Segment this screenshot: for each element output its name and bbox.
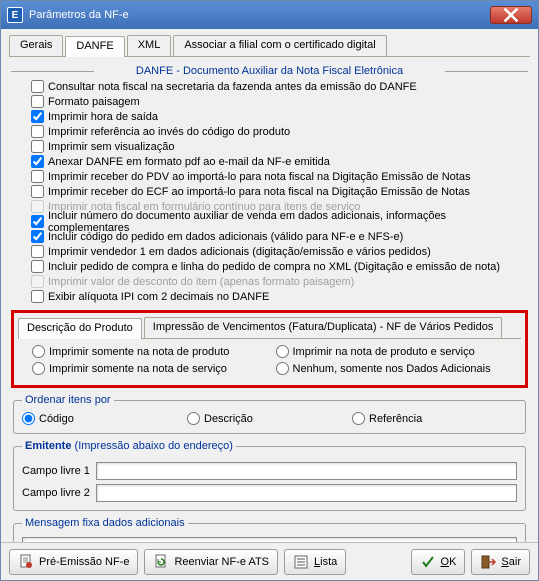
- order-by-group: Ordenar itens por Código Descrição Refer…: [13, 394, 526, 434]
- list-icon: [293, 554, 309, 570]
- lista-button[interactable]: Lista: [284, 549, 346, 575]
- tab-impressao-vencimentos[interactable]: Impressão de Vencimentos (Fatura/Duplica…: [144, 317, 503, 338]
- order-descricao[interactable]: Descrição: [187, 412, 352, 425]
- checkbox-14[interactable]: [31, 290, 44, 303]
- sair-button[interactable]: Sair: [471, 549, 530, 575]
- titlebar: E Parâmetros da NF-e: [1, 1, 538, 29]
- close-button[interactable]: [490, 6, 532, 24]
- checkbox-label-12: Incluir pedido de compra e linha do pedi…: [48, 261, 500, 273]
- checkbox-6[interactable]: [31, 170, 44, 183]
- checkbox-10[interactable]: [31, 230, 44, 243]
- checkbox-0[interactable]: [31, 80, 44, 93]
- checkbox-5[interactable]: [31, 155, 44, 168]
- reenviar-button[interactable]: Reenviar NF-e ATS: [144, 549, 278, 575]
- checkbox-4[interactable]: [31, 140, 44, 153]
- main-tabs: Gerais DANFE XML Associar a filial com o…: [9, 35, 530, 57]
- tab-gerais[interactable]: Gerais: [9, 35, 63, 56]
- window: E Parâmetros da NF-e Gerais DANFE XML As…: [0, 0, 539, 581]
- ok-button[interactable]: OK: [411, 549, 466, 575]
- checkbox-label-13: Imprimir valor de desconto do item (apen…: [48, 276, 354, 288]
- document-icon: [18, 554, 34, 570]
- checkbox-7[interactable]: [31, 185, 44, 198]
- checkbox-label-10: Incluir código do pedido em dados adicio…: [48, 231, 403, 243]
- tab-descricao-produto[interactable]: Descrição do Produto: [18, 318, 142, 339]
- check-row-13: Imprimir valor de desconto do item (apen…: [11, 274, 528, 289]
- campo-livre-2-label: Campo livre 2: [22, 487, 90, 499]
- checkbox-1[interactable]: [31, 95, 44, 108]
- check-row-5: Anexar DANFE em formato pdf ao e-mail da…: [11, 154, 528, 169]
- checkbox-12[interactable]: [31, 260, 44, 273]
- checkbox-label-5: Anexar DANFE em formato pdf ao e-mail da…: [48, 156, 330, 168]
- checkbox-label-1: Formato paisagem: [48, 96, 140, 108]
- checkbox-3[interactable]: [31, 125, 44, 138]
- print-options: Imprimir somente na nota de produto Impr…: [18, 339, 521, 375]
- refresh-document-icon: [153, 554, 169, 570]
- checkbox-11[interactable]: [31, 245, 44, 258]
- app-icon: E: [7, 7, 23, 23]
- tab-xml[interactable]: XML: [127, 35, 172, 56]
- opt-somente-servico[interactable]: Imprimir somente na nota de serviço: [32, 362, 264, 375]
- exit-icon: [480, 554, 496, 570]
- pre-emissao-button[interactable]: Pré-Emissão NF-e: [9, 549, 138, 575]
- emitente-group: Emitente (Impressão abaixo do endereço) …: [13, 440, 526, 511]
- window-title: Parâmetros da NF-e: [29, 9, 490, 21]
- check-row-14: Exibir alíquota IPI com 2 decimais no DA…: [11, 289, 528, 304]
- tab-certificado[interactable]: Associar a filial com o certificado digi…: [173, 35, 386, 56]
- close-icon: [503, 7, 519, 23]
- emitente-legend: Emitente (Impressão abaixo do endereço): [22, 440, 236, 452]
- checkbox-label-4: Imprimir sem visualização: [48, 141, 175, 153]
- opt-nenhum[interactable]: Nenhum, somente nos Dados Adicionais: [276, 362, 508, 375]
- order-codigo[interactable]: Código: [22, 412, 187, 425]
- checkbox-9[interactable]: [31, 215, 44, 228]
- check-row-4: Imprimir sem visualização: [11, 139, 528, 154]
- check-row-12: Incluir pedido de compra e linha do pedi…: [11, 259, 528, 274]
- highlighted-section: Descrição do Produto Impressão de Vencim…: [11, 310, 528, 388]
- checkbox-label-14: Exibir alíquota IPI com 2 decimais no DA…: [48, 291, 269, 303]
- footer: Pré-Emissão NF-e Reenviar NF-e ATS Lista…: [1, 542, 538, 580]
- checkbox-8: [31, 200, 44, 213]
- checkbox-label-3: Imprimir referência ao invés do código d…: [48, 126, 290, 138]
- section-header: DANFE - Documento Auxiliar da Nota Fisca…: [11, 65, 528, 77]
- check-row-11: Imprimir vendedor 1 em dados adicionais …: [11, 244, 528, 259]
- check-row-6: Imprimir receber do PDV ao importá-lo pa…: [11, 169, 528, 184]
- order-by-legend: Ordenar itens por: [22, 394, 114, 406]
- checkbox-13: [31, 275, 44, 288]
- checkbox-label-7: Imprimir receber do ECF ao importá-lo pa…: [48, 186, 470, 198]
- checkbox-label-2: Imprimir hora de saída: [48, 111, 158, 123]
- tab-content: DANFE - Documento Auxiliar da Nota Fisca…: [9, 57, 530, 574]
- check-row-9: Incluir número do documento auxiliar de …: [11, 214, 528, 229]
- client-area: Gerais DANFE XML Associar a filial com o…: [1, 29, 538, 578]
- check-row-7: Imprimir receber do ECF ao importá-lo pa…: [11, 184, 528, 199]
- campo-livre-2-input[interactable]: [96, 484, 517, 502]
- tab-danfe[interactable]: DANFE: [65, 36, 124, 57]
- opt-produto-servico[interactable]: Imprimir na nota de produto e serviço: [276, 345, 508, 358]
- order-referencia[interactable]: Referência: [352, 412, 517, 425]
- check-icon: [420, 554, 436, 570]
- checkbox-label-11: Imprimir vendedor 1 em dados adicionais …: [48, 246, 431, 258]
- checkbox-list: Consultar nota fiscal na secretaria da f…: [11, 79, 528, 304]
- checkbox-2[interactable]: [31, 110, 44, 123]
- check-row-0: Consultar nota fiscal na secretaria da f…: [11, 79, 528, 94]
- mensagem-fixa-legend: Mensagem fixa dados adicionais: [22, 517, 188, 529]
- opt-somente-produto[interactable]: Imprimir somente na nota de produto: [32, 345, 264, 358]
- campo-livre-1-input[interactable]: [96, 462, 517, 480]
- checkbox-label-0: Consultar nota fiscal na secretaria da f…: [48, 81, 417, 93]
- check-row-3: Imprimir referência ao invés do código d…: [11, 124, 528, 139]
- inner-tabs: Descrição do Produto Impressão de Vencim…: [18, 317, 521, 339]
- check-row-2: Imprimir hora de saída: [11, 109, 528, 124]
- check-row-1: Formato paisagem: [11, 94, 528, 109]
- campo-livre-1-label: Campo livre 1: [22, 465, 90, 477]
- checkbox-label-6: Imprimir receber do PDV ao importá-lo pa…: [48, 171, 470, 183]
